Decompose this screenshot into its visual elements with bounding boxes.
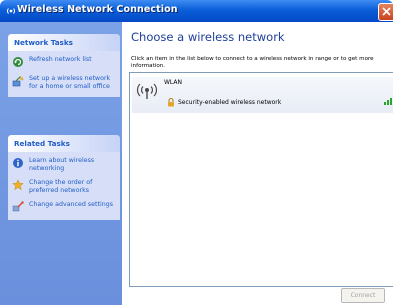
change-advanced-settings-label: Change advanced settings	[29, 201, 113, 209]
network-ssid: WLAN	[164, 79, 183, 86]
learn-wireless-link[interactable]: Learn about wireless networking	[12, 157, 116, 172]
setup-wireless-network-link[interactable]: Set up a wireless network for a home or …	[12, 75, 116, 90]
close-button[interactable]	[378, 3, 393, 21]
info-icon	[13, 158, 23, 168]
wireless-network-window: Wireless Network Connection Network Task…	[0, 0, 393, 305]
refresh-network-list-label: Refresh network list	[29, 56, 92, 63]
change-network-order-label: Change the order of preferred networks	[29, 179, 93, 194]
settings-icon	[12, 201, 24, 212]
learn-wireless-label: Learn about wireless networking	[29, 157, 95, 172]
connect-button[interactable]: Connect	[341, 288, 385, 303]
close-icon	[382, 7, 391, 16]
signal-strength-icon	[384, 98, 392, 105]
wireless-network-icon	[6, 8, 16, 14]
setup-wireless-network-label: Set up a wireless network for a home or …	[29, 75, 111, 90]
title-bar[interactable]: Wireless Network Connection	[0, 0, 393, 22]
change-network-order-link[interactable]: Change the order of preferred networks	[12, 179, 116, 194]
refresh-network-list-link[interactable]: Refresh network list	[12, 56, 116, 68]
network-tasks-panel: Network Tasks Refresh network list Set u…	[8, 34, 120, 98]
related-tasks-title: Related Tasks	[14, 139, 70, 148]
network-list-item[interactable]: WLAN Security-enabled wireless network	[132, 77, 393, 113]
instruction-text: Click an item in the list below to conne…	[131, 56, 374, 70]
star-icon	[12, 179, 24, 191]
related-tasks-panel: Related Tasks Learn about wireless netwo…	[8, 135, 120, 221]
related-tasks-body: Learn about wireless networking Change t…	[8, 152, 120, 221]
antenna-icon	[136, 83, 158, 99]
window-title: Wireless Network Connection	[17, 4, 178, 15]
network-list[interactable]: WLAN Security-enabled wireless network	[129, 72, 393, 287]
refresh-icon	[13, 57, 23, 67]
lock-icon	[168, 98, 174, 107]
setup-network-icon	[12, 76, 24, 87]
network-security-label: Security-enabled wireless network	[178, 99, 282, 106]
network-tasks-title: Network Tasks	[14, 38, 73, 47]
change-advanced-settings-link[interactable]: Change advanced settings	[12, 201, 116, 213]
page-title: Choose a wireless network	[131, 30, 285, 44]
related-tasks-header[interactable]: Related Tasks	[8, 135, 120, 152]
tasks-pane: Network Tasks Refresh network list Set u…	[0, 22, 122, 305]
network-tasks-header[interactable]: Network Tasks	[8, 34, 120, 51]
network-tasks-body: Refresh network list Set up a wireless n…	[8, 51, 120, 98]
main-content: Choose a wireless network Click an item …	[122, 22, 393, 305]
